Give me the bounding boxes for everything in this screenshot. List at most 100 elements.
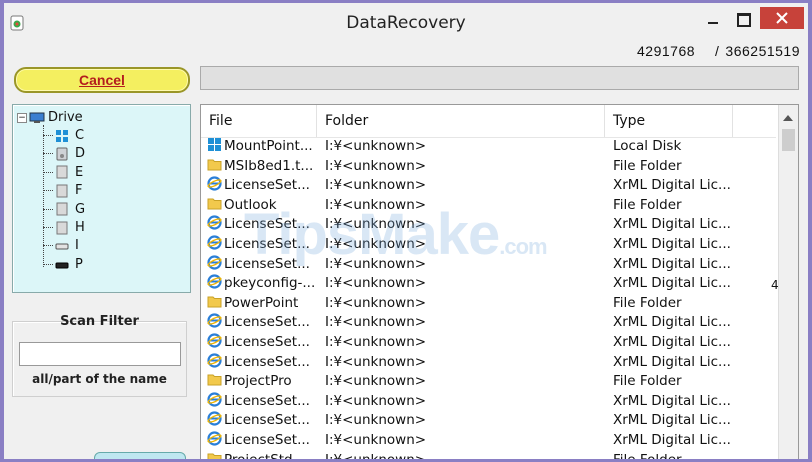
tree-branch-line [43, 190, 53, 192]
app-window: DataRecovery 4291768 / 366251519 Cancel − … [4, 3, 808, 459]
drive-label: F [75, 183, 83, 199]
drive-item-h[interactable]: H [43, 219, 85, 237]
table-row[interactable]: LicenseSet... I:¥<unknown> XrML Digital Li… [201, 176, 776, 196]
table-row[interactable]: PowerPoint I:¥<unknown> File Folder [201, 294, 776, 314]
file-name: MountPoint... [224, 138, 313, 154]
cell-folder: I:¥<unknown> [325, 157, 427, 174]
cell-file: LicenseSet... [207, 235, 317, 255]
drive-label: I [75, 238, 79, 254]
file-name: ProjectStd [224, 452, 293, 460]
drive-item-c[interactable]: C [43, 127, 84, 145]
table-row[interactable]: LicenseSet... I:¥<unknown> XrML Digital Li… [201, 235, 776, 255]
cell-file: LicenseSet... [207, 254, 317, 275]
cell-type: XrML Digital Lic... [613, 216, 731, 233]
table-row[interactable]: LicenseSet... I:¥<unknown> XrML Digital Li… [201, 215, 776, 235]
tree-root[interactable]: − Drive [17, 109, 83, 127]
ie-icon [207, 235, 222, 250]
drive-label: G [75, 201, 86, 217]
disk-icon [207, 137, 222, 152]
table-row[interactable]: LicenseSet... I:¥<unknown> XrML Digital Li… [201, 411, 776, 431]
file-rows: MountPoint... I:¥<unknown> Local Disk MSIb8… [201, 137, 776, 459]
cell-folder: I:¥<unknown> [325, 275, 427, 292]
drive-item-d[interactable]: D [43, 145, 85, 163]
table-row[interactable]: LicenseSet... I:¥<unknown> XrML Digital Li… [201, 392, 776, 412]
drive-item-e[interactable]: E [43, 164, 83, 182]
column-header-folder[interactable]: Folder [317, 105, 605, 137]
drive-item-i[interactable]: I [43, 237, 79, 255]
close-button[interactable] [760, 7, 804, 29]
cell-type: Local Disk [613, 138, 682, 154]
ie-icon [207, 254, 222, 270]
cell-file: PowerPoint [207, 294, 317, 314]
file-name: LicenseSet... [224, 314, 310, 331]
folder-icon [207, 157, 222, 172]
cell-file: LicenseSet... [207, 333, 317, 353]
cell-file: MountPoint... [207, 137, 317, 157]
cell-folder: I:¥<unknown> [325, 431, 427, 448]
bottom-button[interactable] [94, 452, 186, 459]
scan-filter-group: Scan Filter all/part of the name [12, 314, 187, 397]
table-row[interactable]: MSIb8ed1.t... I:¥<unknown> File Folder [201, 157, 776, 177]
table-row[interactable]: LicenseSet... I:¥<unknown> XrML Digital Li… [201, 333, 776, 353]
drive-item-f[interactable]: F [43, 182, 82, 200]
table-row[interactable]: MountPoint... I:¥<unknown> Local Disk [201, 137, 776, 157]
drive-icon [55, 221, 69, 235]
cell-type: File Folder [613, 157, 682, 174]
minimize-button[interactable] [698, 9, 728, 31]
counter-total: 366251519 [725, 43, 800, 59]
table-row[interactable]: Outlook I:¥<unknown> File Folder [201, 196, 776, 216]
drive-label: E [75, 164, 84, 180]
tree-branch-line [43, 263, 53, 265]
tree-branch-line [43, 153, 53, 155]
cell-file: LicenseSet... [207, 431, 317, 451]
cell-file: LicenseSet... [207, 176, 317, 196]
tree-branch-line [43, 171, 53, 173]
drive-item-g[interactable]: G [43, 201, 85, 219]
cancel-button[interactable]: Cancel [14, 67, 190, 93]
table-row[interactable]: pkeyconfig-... I:¥<unknown> XrML Digital L… [201, 274, 776, 294]
drive-label: C [75, 128, 85, 143]
ie-icon [207, 333, 222, 348]
drive-label: H [75, 220, 85, 235]
cell-type: File Folder [613, 373, 682, 390]
cell-file: LicenseSet... [207, 411, 317, 431]
column-header-type[interactable]: Type [605, 105, 733, 137]
cell-file: ProjectStd [207, 451, 317, 460]
scan-filter-input[interactable] [19, 342, 181, 366]
scrollbar-thumb[interactable] [782, 129, 795, 151]
cell-folder: I:¥<unknown> [325, 412, 427, 429]
maximize-button[interactable] [729, 9, 759, 31]
cell-type: File Folder [613, 196, 682, 213]
cell-folder: I:¥<unknown> [325, 392, 427, 409]
drive-tree[interactable]: − Drive CDEFGHIP [12, 104, 191, 293]
table-row[interactable]: LicenseSet... I:¥<unknown> XrML Digital Li… [201, 352, 776, 373]
counter-current: 4291768 [637, 43, 696, 59]
cell-file: MSIb8ed1.t... [207, 157, 317, 177]
folder-icon [207, 196, 222, 211]
file-list[interactable]: File Folder Type MountPoint... I:¥<unknow… [200, 104, 799, 459]
table-row[interactable]: LicenseSet... I:¥<unknown> XrML Digital Li… [201, 431, 776, 451]
cell-type: XrML Digital Lic... [613, 353, 731, 370]
drive-item-p[interactable]: P [43, 256, 83, 274]
cell-folder: I:¥<unknown> [325, 255, 427, 272]
table-row[interactable]: ProjectStd I:¥<unknown> File Folder [201, 451, 776, 460]
collapse-toggle[interactable]: − [17, 112, 27, 123]
file-name: PowerPoint [224, 294, 299, 311]
column-header-file[interactable]: File [201, 105, 317, 137]
title-bar[interactable]: DataRecovery [4, 3, 808, 43]
computer-icon [29, 112, 45, 123]
ie-icon [207, 392, 222, 407]
cell-folder: I:¥<unknown> [325, 451, 605, 460]
scan-progress-bar [200, 66, 799, 90]
table-row[interactable]: LicenseSet... I:¥<unknown> XrML Digital Li… [201, 254, 776, 275]
drive-icon [55, 165, 69, 179]
cell-type: XrML Digital Lic... [613, 235, 731, 252]
scroll-up-arrow-icon[interactable] [783, 115, 793, 121]
table-row[interactable]: LicenseSet... I:¥<unknown> XrML Digital Li… [201, 313, 776, 333]
file-name: MSIb8ed1.t... [224, 157, 314, 174]
drive-label: D [75, 146, 86, 162]
table-row[interactable]: ProjectPro I:¥<unknown> File Folder [201, 372, 776, 392]
vertical-scrollbar[interactable] [778, 105, 798, 459]
ie-icon [207, 274, 222, 289]
scan-filter-hint: all/part of the name [32, 372, 167, 386]
